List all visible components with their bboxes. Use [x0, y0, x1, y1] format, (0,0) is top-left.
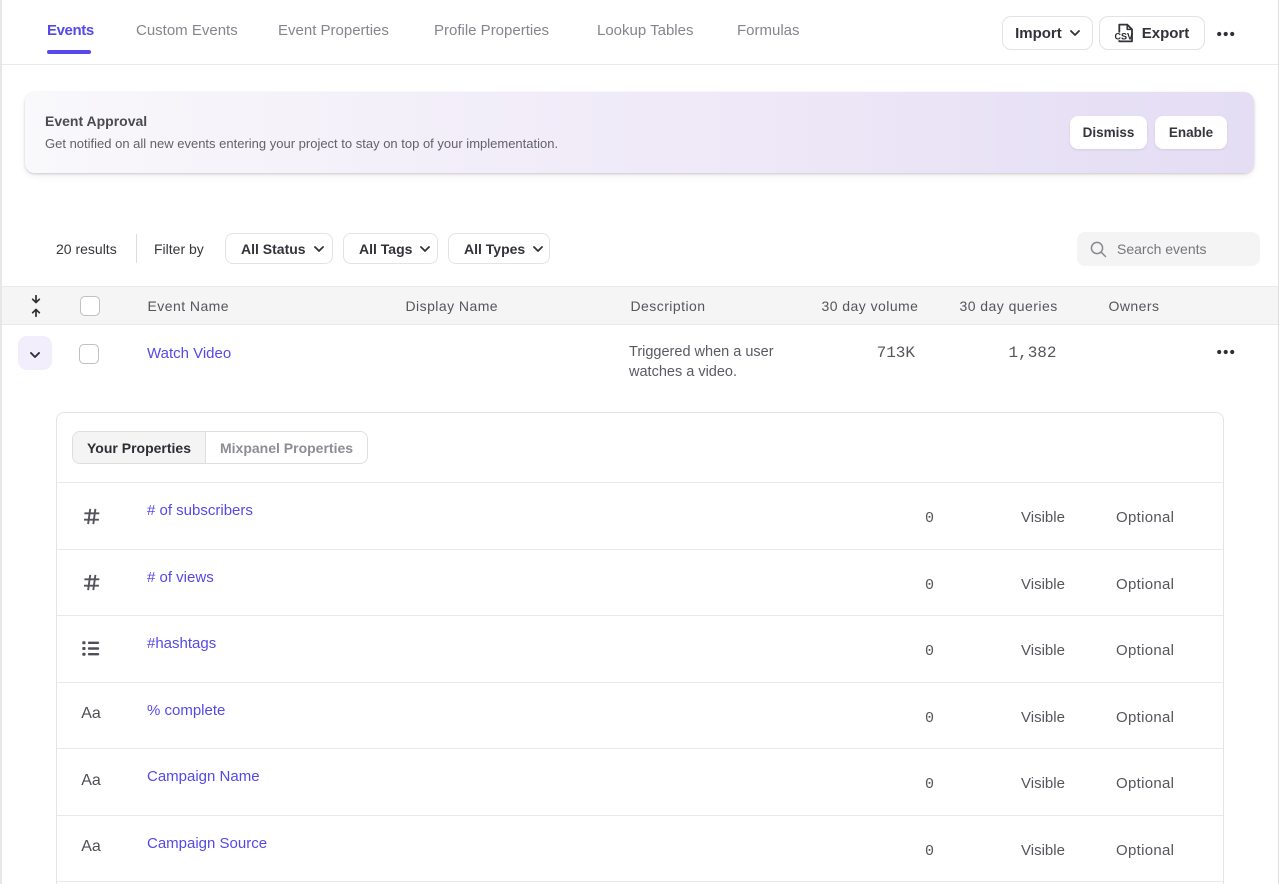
svg-text:CSV: CSV: [1115, 32, 1133, 42]
